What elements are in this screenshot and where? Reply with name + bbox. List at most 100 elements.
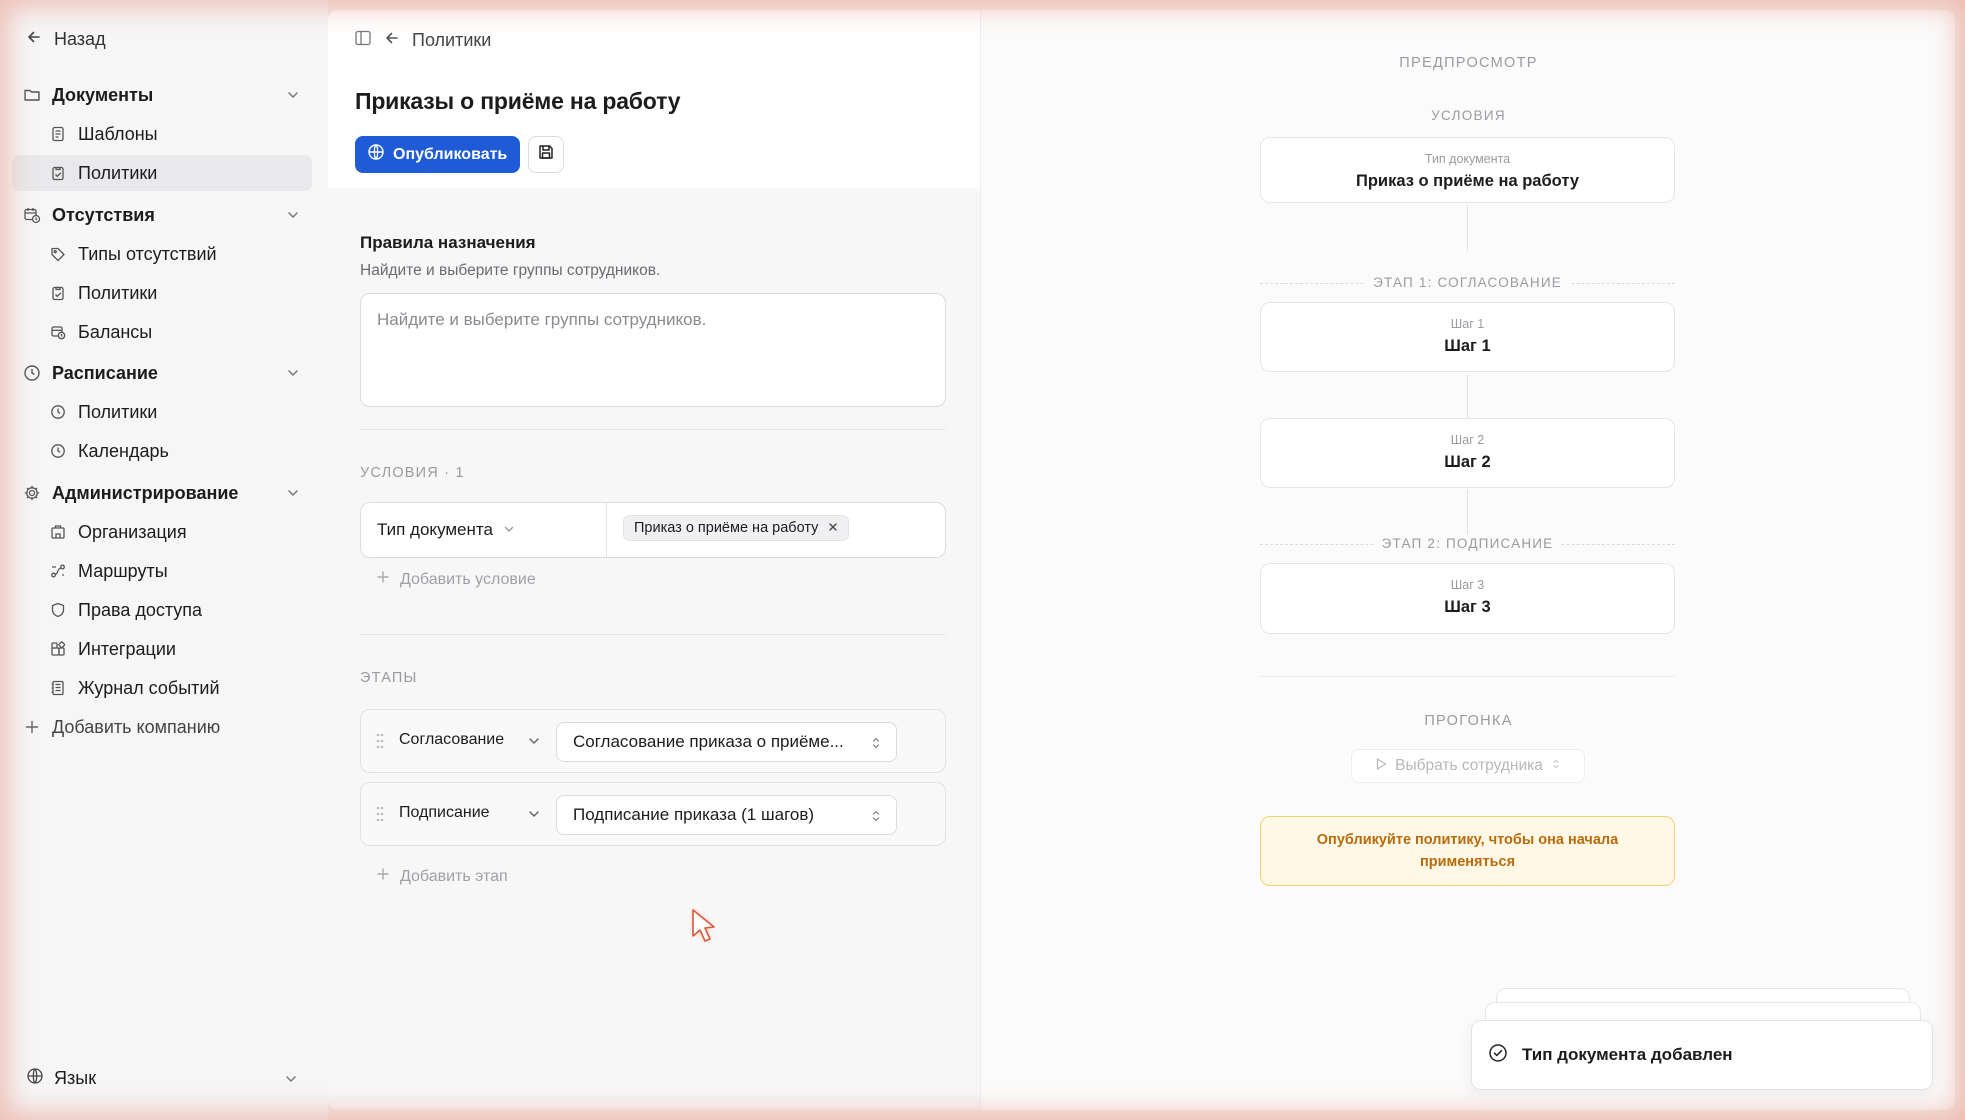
sidebar-item-calendar[interactable]: Календарь xyxy=(12,433,312,469)
add-condition-button[interactable]: Добавить условие xyxy=(376,570,536,589)
plus-icon xyxy=(376,570,390,589)
add-company-button[interactable]: Добавить компанию xyxy=(12,709,312,745)
sidebar-item-absence-policies[interactable]: Политики xyxy=(12,275,312,311)
warning-text: Опубликуйте политику, чтобы она начала xyxy=(1316,832,1619,848)
mouse-cursor-icon xyxy=(690,908,720,951)
check-circle-icon xyxy=(1488,1043,1508,1068)
stage-type-label[interactable]: Подписание xyxy=(399,804,490,822)
sidebar-group-schedule[interactable]: Расписание xyxy=(12,355,312,391)
save-button[interactable] xyxy=(528,136,564,173)
stage-row: Подписание Подписание приказа (1 шагов) xyxy=(360,782,946,846)
sidebar-item-label: Балансы xyxy=(78,321,153,342)
sidebar-item-label: Типы отсутствий xyxy=(78,243,217,264)
drag-handle-icon[interactable] xyxy=(375,805,385,828)
policy-editor: Политики Приказы о приёме на работу Опуб… xyxy=(328,10,980,1110)
sidebar-item-label: Маршруты xyxy=(78,560,168,581)
sidebar-group-administration[interactable]: Администрирование xyxy=(12,475,312,511)
chevrons-up-down-icon xyxy=(870,735,882,755)
sidebar-item-event-log[interactable]: Журнал событий xyxy=(12,670,312,706)
preview-connector xyxy=(1467,205,1468,251)
sidebar-item-label: Организация xyxy=(78,521,187,542)
sidebar-group-label: Расписание xyxy=(52,362,158,383)
sidebar-item-balances[interactable]: Балансы xyxy=(12,314,312,350)
add-stage-button[interactable]: Добавить этап xyxy=(376,867,508,886)
save-icon xyxy=(537,143,555,166)
arrow-left-icon[interactable] xyxy=(384,30,400,51)
preview-step-card: Шаг 1 Шаг 1 xyxy=(1260,302,1675,372)
rules-title: Правила назначения xyxy=(360,233,536,252)
preview-stage-divider: ЭТАП 1: СОГЛАСОВАНИЕ xyxy=(1260,273,1675,293)
sidebar-item-document-policies[interactable]: Политики xyxy=(12,155,312,191)
add-company-label: Добавить компанию xyxy=(52,716,221,737)
breadcrumb-link[interactable]: Политики xyxy=(412,30,491,51)
folder-icon xyxy=(22,85,42,105)
shield-icon xyxy=(48,600,68,620)
chevron-down-icon xyxy=(286,364,300,385)
preview-card-label: Шаг 2 xyxy=(1450,433,1485,447)
conditions-caption: УСЛОВИЯ · 1 xyxy=(360,465,465,481)
back-button[interactable]: Назад xyxy=(26,26,106,52)
sidebar-item-absence-types[interactable]: Типы отсутствий xyxy=(12,236,312,272)
condition-divider xyxy=(606,503,607,557)
clock-icon xyxy=(22,363,42,383)
preview-divider xyxy=(1260,676,1675,677)
back-label: Назад xyxy=(54,28,106,49)
sidebar-item-templates[interactable]: Шаблоны xyxy=(12,116,312,152)
publish-button[interactable]: Опубликовать xyxy=(355,136,520,173)
sidebar-item-integrations[interactable]: Интеграции xyxy=(12,631,312,667)
calendar-clock-icon xyxy=(48,322,68,342)
clipboard-check-icon xyxy=(48,283,68,303)
preview-card-label: Шаг 3 xyxy=(1450,578,1485,592)
clipboard-check-icon xyxy=(48,163,68,183)
warning-text: применяться xyxy=(1419,854,1516,870)
condition-field-select[interactable]: Тип документа xyxy=(377,520,515,540)
chevron-down-icon[interactable] xyxy=(527,734,541,753)
sidebar-item-schedule-policies[interactable]: Политики xyxy=(12,394,312,430)
sidebar-group-documents[interactable]: Документы xyxy=(12,77,312,113)
sidebar-item-routes[interactable]: Маршруты xyxy=(12,553,312,589)
plus-icon xyxy=(22,717,42,737)
chevron-down-icon xyxy=(286,206,300,227)
preview-card-value: Шаг 3 xyxy=(1444,598,1491,616)
stage-route-select[interactable]: Подписание приказа (1 шагов) xyxy=(556,795,897,835)
select-employee-button[interactable]: Выбрать сотрудника xyxy=(1351,749,1585,783)
play-icon xyxy=(1375,757,1387,776)
condition-field-label: Тип документа xyxy=(377,520,493,539)
language-selector[interactable]: Язык xyxy=(12,1060,312,1096)
stage-route-select[interactable]: Согласование приказа о приёме... xyxy=(556,722,897,762)
sidebar-item-access-rights[interactable]: Права доступа xyxy=(12,592,312,628)
sidebar-item-label: Политики xyxy=(78,282,158,303)
rules-subtitle: Найдите и выберите группы сотрудников. xyxy=(360,262,661,279)
toast-notification[interactable]: Тип документа добавлен xyxy=(1471,1020,1933,1090)
condition-row: Тип документа Приказ о приёме на работу xyxy=(360,502,946,558)
sidebar-item-label: Шаблоны xyxy=(78,123,158,144)
preview-card-value: Шаг 2 xyxy=(1444,453,1491,471)
sidebar-group-absences[interactable]: Отсутствия xyxy=(12,197,312,233)
drag-handle-icon[interactable] xyxy=(375,732,385,755)
chevron-down-icon xyxy=(286,86,300,107)
sidebar-toggle-icon[interactable] xyxy=(354,29,372,52)
preview-step-card: Шаг 2 Шаг 2 xyxy=(1260,418,1675,488)
gear-icon xyxy=(22,483,42,503)
close-icon[interactable] xyxy=(828,520,838,536)
employee-groups-input[interactable]: Найдите и выберите группы сотрудников. xyxy=(360,293,946,407)
chip-label: Приказ о приёме на работу xyxy=(634,520,819,536)
arrow-left-icon xyxy=(26,29,42,50)
clock-icon xyxy=(48,441,68,461)
puzzle-icon xyxy=(48,639,68,659)
stage-route-value: Согласование приказа о приёме... xyxy=(573,732,844,751)
globe-icon xyxy=(367,143,385,166)
chevron-down-icon[interactable] xyxy=(527,807,541,826)
clock-icon xyxy=(48,402,68,422)
sidebar-item-organization[interactable]: Организация xyxy=(12,514,312,550)
add-stage-label: Добавить этап xyxy=(400,867,508,885)
add-condition-label: Добавить условие xyxy=(400,570,536,588)
sidebar-item-label: Политики xyxy=(78,162,158,183)
preview-connector xyxy=(1467,374,1468,418)
condition-value-chip: Приказ о приёме на работу xyxy=(623,515,850,541)
breadcrumb: Политики xyxy=(354,28,491,52)
stage-type-label[interactable]: Согласование xyxy=(399,731,504,749)
chevrons-up-down-icon xyxy=(1551,757,1561,775)
preview-conditions-caption: УСЛОВИЯ xyxy=(1431,108,1506,123)
preview-stage-divider: ЭТАП 2: ПОДПИСАНИЕ xyxy=(1260,534,1675,554)
